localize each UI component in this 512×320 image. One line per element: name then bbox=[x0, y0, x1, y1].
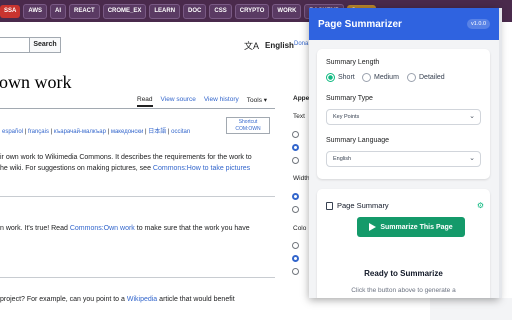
play-icon bbox=[369, 223, 377, 231]
bookmark-doc[interactable]: DOC bbox=[183, 3, 207, 19]
summary-language-select[interactable]: English ⌄ bbox=[326, 151, 481, 167]
summarizer-popup: Page Summarizer v1.0.0 Summary Length Sh… bbox=[309, 8, 499, 298]
length-option-medium[interactable]: Medium bbox=[362, 73, 399, 82]
lang-link[interactable]: occitan bbox=[171, 129, 190, 135]
version-badge: v1.0.0 bbox=[467, 19, 490, 29]
bookmark-work[interactable]: WORK bbox=[272, 3, 302, 19]
color-radio[interactable] bbox=[292, 242, 299, 249]
shortcut-label: Shortcut bbox=[238, 119, 258, 125]
bookmark-ai[interactable]: AI bbox=[50, 3, 67, 19]
tab-read[interactable]: Read bbox=[137, 96, 153, 107]
popup-header: Page Summarizer v1.0.0 bbox=[309, 8, 499, 40]
width-radio[interactable] bbox=[292, 206, 299, 213]
section-divider bbox=[0, 196, 275, 197]
section-divider bbox=[0, 277, 275, 278]
option-label: Detailed bbox=[419, 74, 445, 81]
option-label: Medium bbox=[374, 74, 399, 81]
popup-title: Page Summarizer bbox=[318, 18, 402, 30]
donate-link[interactable]: Dona bbox=[294, 41, 308, 47]
paragraph-text: he wiki. For suggestions on making pictu… bbox=[0, 165, 151, 172]
option-label: Short bbox=[338, 74, 355, 81]
select-value: Key Points bbox=[333, 114, 360, 120]
color-radio[interactable] bbox=[292, 268, 299, 275]
page-title: own work bbox=[0, 72, 72, 92]
lang-link[interactable]: français bbox=[28, 129, 49, 135]
language-selector[interactable]: 文A English bbox=[244, 39, 294, 52]
summarize-button-label: Summarize This Page bbox=[380, 223, 453, 231]
paragraph-line: he wiki. For suggestions on making pictu… bbox=[0, 163, 250, 174]
bookmark-crypto[interactable]: CRYPTO bbox=[234, 3, 270, 19]
bookmark-react[interactable]: REACT bbox=[69, 3, 100, 19]
shortcut-link[interactable]: COM:OWN bbox=[227, 126, 269, 133]
document-icon bbox=[326, 201, 333, 210]
ready-title: Ready to Summarize bbox=[364, 269, 443, 278]
text-size-radio[interactable] bbox=[292, 157, 299, 164]
bookmark-crome-ex[interactable]: CROME_EX bbox=[102, 3, 147, 19]
gear-icon[interactable]: ⚙ bbox=[477, 201, 484, 210]
lang-link[interactable]: español bbox=[2, 129, 23, 135]
wikipedia-link[interactable]: Wikipedia bbox=[127, 296, 157, 303]
bookmark-ssa[interactable]: SSA bbox=[0, 4, 21, 18]
summary-length-label: Summary Length bbox=[326, 59, 380, 66]
settings-card: Summary Length Short Medium Detailed Sum… bbox=[317, 49, 490, 179]
own-work-link[interactable]: Commons:Own work bbox=[70, 225, 135, 232]
page-tabs: Read View source View history Tools ▾ bbox=[137, 96, 267, 107]
language-label: English bbox=[265, 41, 294, 50]
paragraph-text: to make sure that the work you have bbox=[136, 225, 250, 232]
summary-type-label: Summary Type bbox=[326, 95, 373, 102]
search-button[interactable]: Search bbox=[29, 37, 61, 53]
page-summary-heading: Page Summary bbox=[326, 201, 389, 210]
tools-menu[interactable]: Tools ▾ bbox=[247, 96, 267, 107]
radio-unselected bbox=[407, 73, 416, 82]
color-label: Colo bbox=[293, 225, 307, 232]
lang-link[interactable]: къарачай-малкъар bbox=[54, 129, 106, 135]
radio-unselected bbox=[362, 73, 371, 82]
paragraph-line: ir own work to Wikimedia Commons. It des… bbox=[0, 154, 252, 161]
tools-label: Tools bbox=[246, 97, 262, 104]
ready-hint: Click the button above to generate a bbox=[351, 287, 456, 294]
length-option-detailed[interactable]: Detailed bbox=[407, 73, 445, 82]
color-radio[interactable] bbox=[292, 255, 299, 262]
summary-card: Page Summary ⚙ Summarize This Page Ready… bbox=[317, 189, 490, 298]
appearance-heading: Appe bbox=[293, 95, 310, 102]
summary-language-label: Summary Language bbox=[326, 137, 390, 144]
paragraph-text: article that would benefit bbox=[159, 296, 235, 303]
paragraph-text: project? For example, can you point to a bbox=[0, 296, 125, 303]
text-size-label: Text bbox=[293, 113, 305, 120]
summarize-button[interactable]: Summarize This Page bbox=[357, 217, 465, 237]
bookmark-css[interactable]: CSS bbox=[209, 3, 232, 19]
translate-icon: 文A bbox=[244, 41, 260, 51]
width-label: Width bbox=[293, 175, 310, 182]
background-strip bbox=[430, 298, 512, 320]
width-radio[interactable] bbox=[292, 193, 299, 200]
lang-link[interactable]: 日本語 bbox=[148, 129, 166, 135]
paragraph-text: n work. It's true! Read bbox=[0, 225, 68, 232]
chevron-down-icon: ⌄ bbox=[469, 155, 475, 162]
lang-link[interactable]: македонски bbox=[111, 129, 144, 135]
tab-view-history[interactable]: View history bbox=[204, 96, 239, 107]
select-value: English bbox=[333, 156, 352, 162]
radio-selected bbox=[326, 73, 335, 82]
how-to-take-pictures-link[interactable]: Commons:How to take pictures bbox=[153, 165, 250, 172]
language-links: español | français | къарачай-малкъар | … bbox=[2, 129, 191, 135]
chevron-down-icon: ⌄ bbox=[469, 113, 475, 120]
summary-type-select[interactable]: Key Points ⌄ bbox=[326, 109, 481, 125]
search-input[interactable] bbox=[0, 37, 29, 53]
bookmark-aws[interactable]: AWS bbox=[23, 3, 48, 19]
chevron-down-icon: ▾ bbox=[263, 97, 268, 104]
paragraph-line: project? For example, can you point to a… bbox=[0, 294, 235, 305]
length-option-short[interactable]: Short bbox=[326, 73, 355, 82]
bookmark-learn[interactable]: LEARN bbox=[149, 3, 181, 19]
tab-view-source[interactable]: View source bbox=[161, 96, 196, 107]
text-size-radio[interactable] bbox=[292, 131, 299, 138]
title-divider bbox=[0, 108, 275, 109]
text-size-radio[interactable] bbox=[292, 144, 299, 151]
popup-scrollbar[interactable] bbox=[499, 8, 502, 298]
shortcut-box: Shortcut COM:OWN bbox=[226, 117, 270, 134]
paragraph-line: n work. It's true! Read Commons:Own work… bbox=[0, 223, 250, 234]
page-summary-label: Page Summary bbox=[337, 201, 389, 210]
